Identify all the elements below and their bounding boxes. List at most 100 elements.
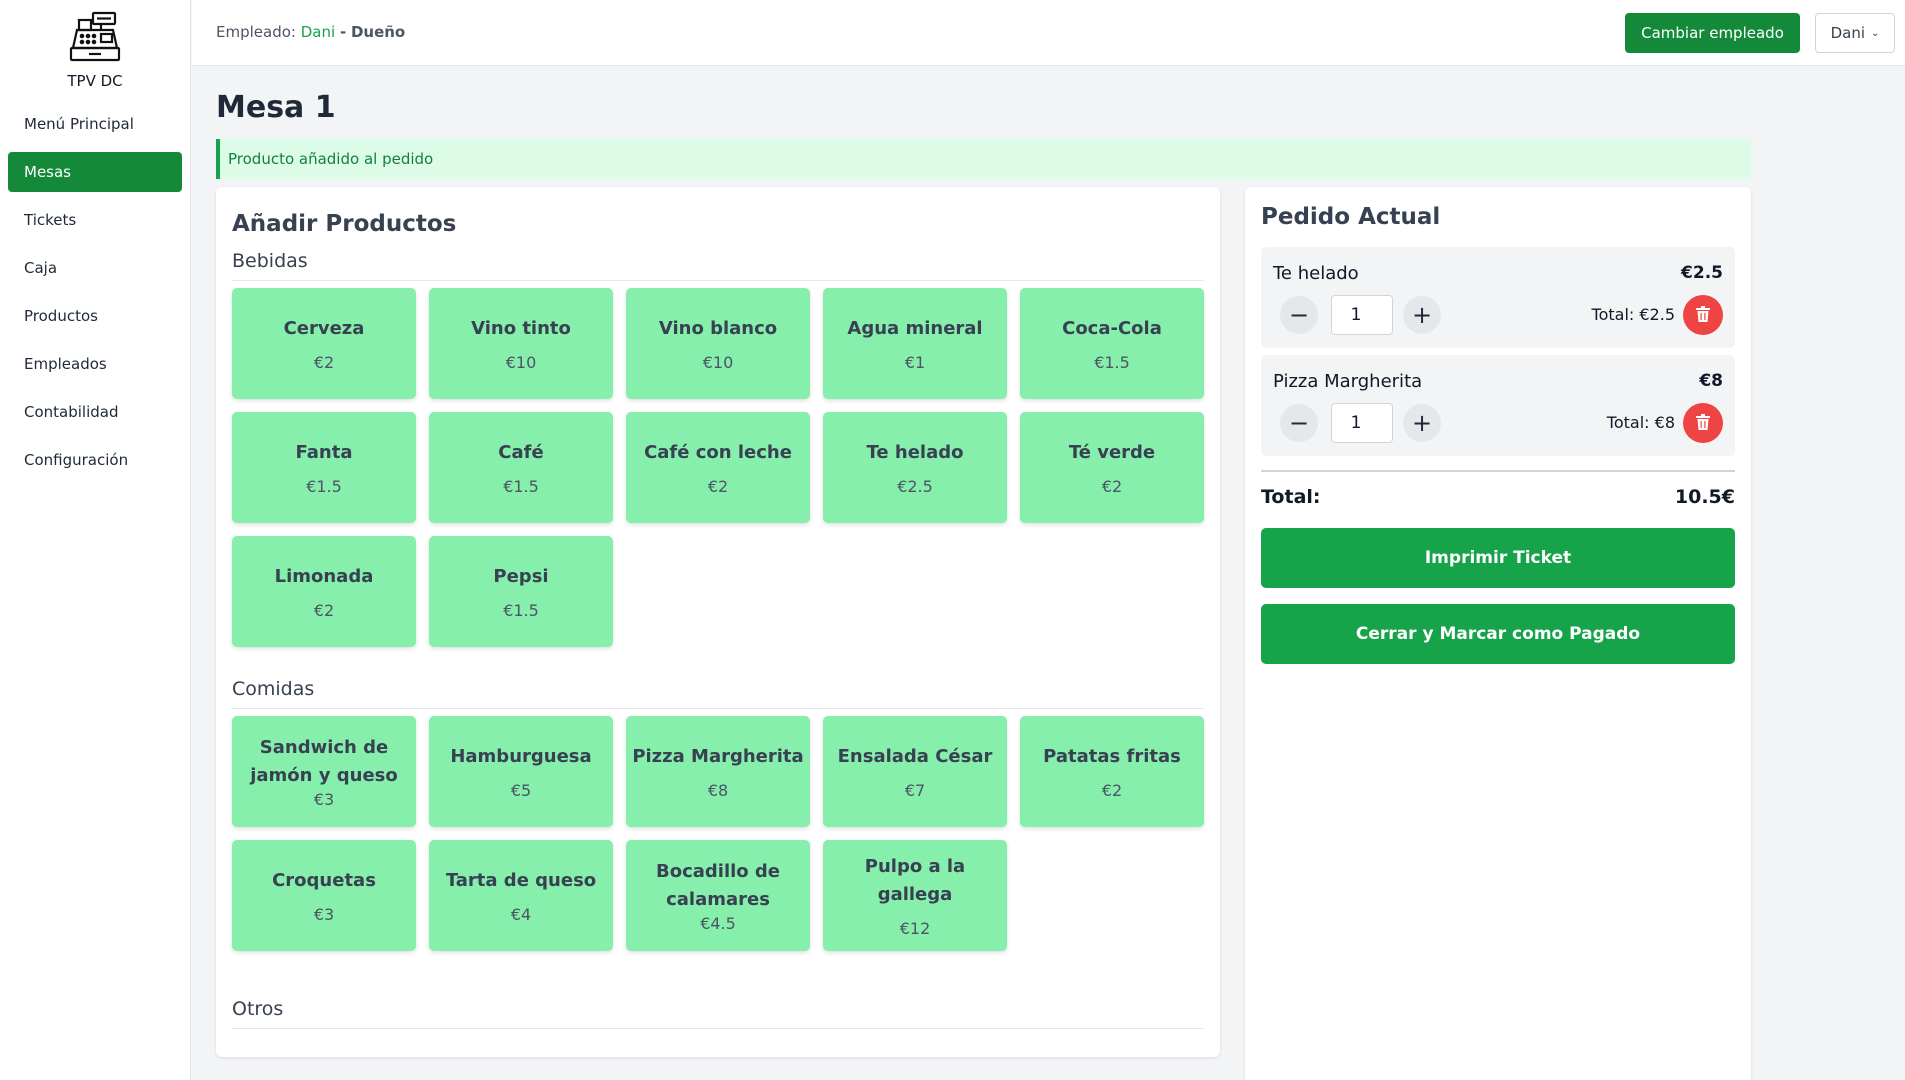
employee-role: Dueño <box>350 23 406 41</box>
quantity-input[interactable] <box>1331 403 1393 443</box>
product-tile[interactable]: Fanta €1.5 <box>232 412 416 523</box>
section-title-otros: Otros <box>232 998 284 1020</box>
product-tile[interactable]: Té verde €2 <box>1020 412 1204 523</box>
close-and-pay-button[interactable]: Cerrar y Marcar como Pagado <box>1261 604 1735 664</box>
user-menu-dropdown[interactable]: Dani ⌄ <box>1815 13 1895 53</box>
page-title: Mesa 1 <box>216 90 336 125</box>
sidebar-item-configuracion[interactable]: Configuración <box>8 440 182 480</box>
delete-item-button[interactable] <box>1683 403 1723 443</box>
product-tile[interactable]: Ensalada César €7 <box>823 716 1007 827</box>
product-name: Patatas fritas <box>1043 746 1181 767</box>
employee-name: Dani <box>300 23 336 41</box>
product-name: Croquetas <box>272 870 376 891</box>
product-tile[interactable]: Croquetas €3 <box>232 840 416 951</box>
product-name: Cerveza <box>283 318 365 339</box>
product-tile[interactable]: Café con leche €2 <box>626 412 810 523</box>
product-price: €3 <box>313 905 335 924</box>
product-tile[interactable]: Tarta de queso €4 <box>429 840 613 951</box>
cash-register-icon <box>67 10 123 70</box>
product-name: Hamburguesa <box>450 746 592 767</box>
product-tile[interactable]: Te helado €2.5 <box>823 412 1007 523</box>
decrease-quantity-button[interactable]: − <box>1280 404 1318 442</box>
order-item: Te helado €2.5 − + Total: €2.5 <box>1261 247 1735 348</box>
product-tile[interactable]: Patatas fritas €2 <box>1020 716 1204 827</box>
order-item-price: €8 <box>1699 371 1723 391</box>
product-name: Pizza Margherita <box>632 746 804 767</box>
decrease-quantity-button[interactable]: − <box>1280 296 1318 334</box>
product-grid-bebidas: Cerveza €2 Vino tinto €10 Vino blanco €10 A… <box>232 288 1204 647</box>
product-tile[interactable]: Sandwich de jamón y queso €3 <box>232 716 416 827</box>
order-divider <box>1261 470 1735 472</box>
product-name: Tarta de queso <box>445 870 597 891</box>
product-tile[interactable]: Pizza Margherita €8 <box>626 716 810 827</box>
product-price: €2.5 <box>897 477 933 496</box>
change-employee-button[interactable]: Cambiar empleado <box>1625 13 1800 53</box>
product-tile[interactable]: Hamburguesa €5 <box>429 716 613 827</box>
chevron-down-icon: ⌄ <box>1871 27 1880 39</box>
sidebar-item-tickets[interactable]: Tickets <box>8 200 182 240</box>
product-name: Café <box>498 442 544 463</box>
sidebar-item-menu-principal[interactable]: Menú Principal <box>8 104 182 144</box>
print-ticket-button[interactable]: Imprimir Ticket <box>1261 528 1735 588</box>
product-price: €1.5 <box>306 477 342 496</box>
quantity-input[interactable] <box>1331 295 1393 335</box>
sidebar-item-contabilidad[interactable]: Contabilidad <box>8 392 182 432</box>
product-price: €10 <box>702 353 734 372</box>
product-tile[interactable]: Vino tinto €10 <box>429 288 613 399</box>
minus-icon: − <box>1288 409 1310 437</box>
product-name: Vino tinto <box>471 318 571 339</box>
plus-icon: + <box>1411 409 1433 437</box>
product-name: Té verde <box>1068 442 1156 463</box>
order-item-price: €2.5 <box>1681 263 1723 283</box>
success-alert: Producto añadido al pedido <box>216 139 1751 179</box>
trash-icon <box>1696 305 1710 325</box>
product-tile[interactable]: Cerveza €2 <box>232 288 416 399</box>
product-name: Café con leche <box>644 442 792 463</box>
employee-info: Empleado: Dani - Dueño <box>216 23 405 41</box>
increase-quantity-button[interactable]: + <box>1403 296 1441 334</box>
section-title-bebidas: Bebidas <box>232 250 308 272</box>
product-price: €1.5 <box>503 601 539 620</box>
product-price: €12 <box>899 919 931 938</box>
sidebar-item-empleados[interactable]: Empleados <box>8 344 182 384</box>
product-price: €4 <box>510 905 532 924</box>
increase-quantity-button[interactable]: + <box>1403 404 1441 442</box>
product-tile[interactable]: Bocadillo de calamares €4.5 <box>626 840 810 951</box>
sidebar-item-caja[interactable]: Caja <box>8 248 182 288</box>
product-price: €4.5 <box>700 914 736 933</box>
order-item-total: Total: €2.5 <box>1591 305 1675 324</box>
product-tile[interactable]: Coca-Cola €1.5 <box>1020 288 1204 399</box>
delete-item-button[interactable] <box>1683 295 1723 335</box>
app-name: TPV DC <box>67 72 123 90</box>
product-tile[interactable]: Pepsi €1.5 <box>429 536 613 647</box>
employee-prefix: Empleado: <box>216 23 296 41</box>
product-price: €8 <box>707 781 729 800</box>
product-price: €1 <box>904 353 926 372</box>
product-tile[interactable]: Vino blanco €10 <box>626 288 810 399</box>
product-name: Coca-Cola <box>1062 318 1162 339</box>
product-price: €1.5 <box>1094 353 1130 372</box>
product-tile[interactable]: Pulpo a la gallega €12 <box>823 840 1007 951</box>
product-price: €2 <box>313 353 335 372</box>
product-tile[interactable]: Café €1.5 <box>429 412 613 523</box>
add-products-title: Añadir Productos <box>232 211 457 237</box>
section-divider <box>232 1028 1204 1029</box>
product-name: Sandwich de jamón y queso <box>250 737 398 786</box>
sidebar-item-productos[interactable]: Productos <box>8 296 182 336</box>
product-name: Pulpo a la gallega <box>864 856 966 905</box>
product-price: €2 <box>1101 781 1123 800</box>
order-item-name: Te helado <box>1273 263 1359 284</box>
product-price: €2 <box>707 477 729 496</box>
trash-icon <box>1696 413 1710 433</box>
product-name: Bocadillo de calamares <box>655 861 781 910</box>
sidebar-nav: Menú Principal Mesas Tickets Caja Produc… <box>0 104 190 480</box>
product-tile[interactable]: Limonada €2 <box>232 536 416 647</box>
product-price: €10 <box>505 353 537 372</box>
product-name: Limonada <box>274 566 374 587</box>
product-name: Pepsi <box>493 566 549 587</box>
product-tile[interactable]: Agua mineral €1 <box>823 288 1007 399</box>
logo[interactable]: TPV DC <box>0 0 190 96</box>
product-price: €1.5 <box>503 477 539 496</box>
sidebar-item-mesas[interactable]: Mesas <box>8 152 182 192</box>
current-order-title: Pedido Actual <box>1261 204 1441 230</box>
